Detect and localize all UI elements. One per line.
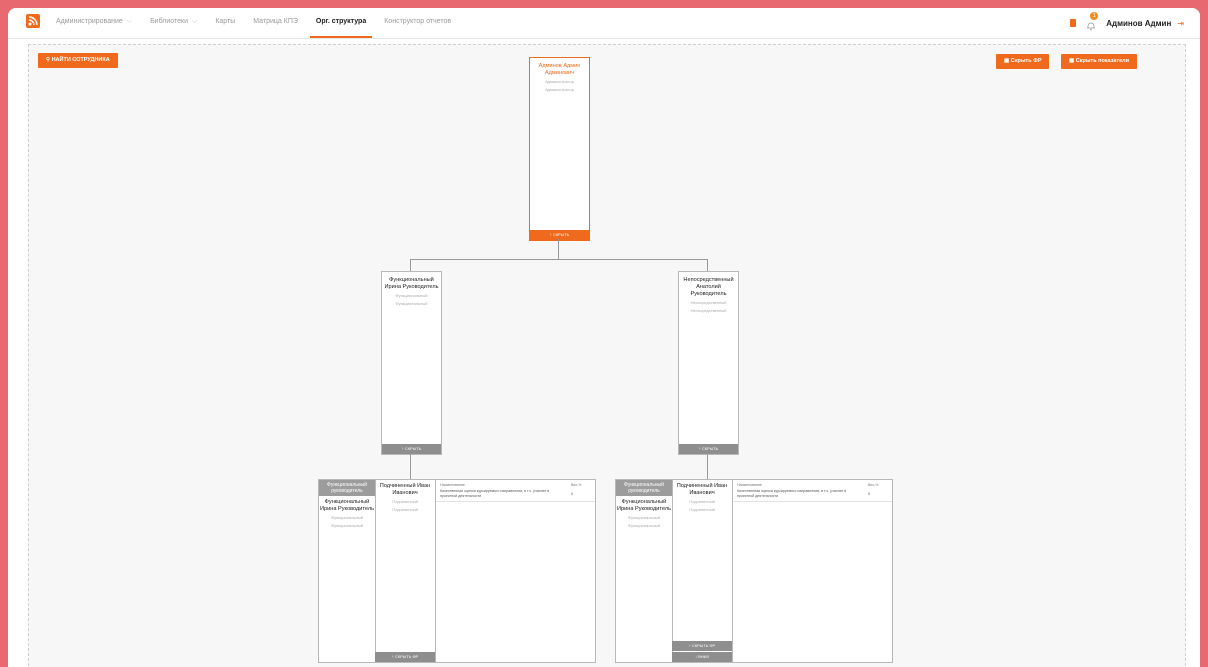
- find-employee-label: НАЙТИ СОТРУДНИКА: [51, 57, 110, 63]
- hide-fr-footer-button[interactable]: ↑ СКРЫТЬ ФР: [672, 641, 732, 651]
- employee-position: Администратор: [545, 87, 574, 92]
- collapse-label: СКРЫТЬ: [701, 446, 719, 451]
- collapse-label: СКРЫТЬ: [552, 232, 570, 237]
- manager-column: Функциональный руководитель Функциональн…: [616, 480, 673, 662]
- indicators-table: Наименование Вес,% Качественная оценка к…: [436, 480, 595, 662]
- employee-position: Непосредственный: [690, 308, 727, 313]
- table-row[interactable]: Качественная оценка курсируемого направл…: [733, 489, 892, 502]
- connector-line: [707, 453, 708, 479]
- nav-label: Орг. структура: [315, 18, 367, 25]
- connector-line: [707, 259, 708, 271]
- employee-card[interactable]: Непосредственный Анатолий Руководитель Н…: [678, 271, 739, 455]
- employee-name: Админов Админ Админович: [538, 63, 581, 76]
- employee-detail-panel: Функциональный руководитель Функциональн…: [318, 479, 596, 663]
- hide-fr-footer-label: СКРЫТЬ ФР: [691, 643, 716, 648]
- employee-name: Непосредственный Анатолий Руководитель: [683, 277, 734, 297]
- collapse-label: СКРЫТЬ: [404, 446, 422, 451]
- manager-position: Функциональный: [331, 523, 363, 528]
- indicator-name: Качественная оценка курсируемого направл…: [440, 489, 550, 498]
- chevron-down-icon: ⌵: [192, 18, 198, 25]
- column-header-name: Наименование: [440, 483, 465, 487]
- root-employee-card[interactable]: Админов Админ Админович Администратор Ад…: [529, 57, 590, 241]
- hide-fr-footer-button[interactable]: ↑ СКРЫТЬ ФР: [375, 652, 435, 662]
- hide-fr-label: Скрыть ФР: [1010, 58, 1042, 64]
- chevron-down-icon: ⌵: [126, 18, 133, 25]
- indicator-weight: 0: [868, 492, 870, 496]
- app-window: Администрирование ⌵ Библиотеки ⌵ Карты Мат…: [8, 8, 1200, 667]
- top-navigation-bar: Администрирование ⌵ Библиотеки ⌵ Карты Мат…: [8, 8, 1200, 39]
- table-icon: ▦: [1069, 58, 1076, 64]
- employee-name: Функциональный Ирина Руководитель: [384, 277, 439, 290]
- collapse-button[interactable]: ↑ СКРЫТЬ: [530, 230, 589, 240]
- document-icon[interactable]: [1070, 19, 1077, 27]
- hide-fr-footer-label: СКРЫТЬ ФР: [394, 654, 419, 659]
- indicator-weight: 0: [571, 492, 573, 496]
- connector-line: [410, 453, 411, 479]
- user-name[interactable]: Админов Админ: [1106, 19, 1171, 28]
- find-employee-button[interactable]: ⚲ НАЙТИ СОТРУДНИКА: [38, 53, 118, 68]
- nav-label: Администрирование: [56, 18, 123, 25]
- connector-line: [410, 259, 411, 271]
- manager-column: Функциональный руководитель Функциональн…: [319, 480, 376, 662]
- column-header-name: Наименование: [737, 483, 762, 487]
- column-header-weight: Вес,%: [571, 483, 582, 487]
- employee-column[interactable]: Подчиненный Иван Иванович Подчиненный По…: [375, 480, 436, 662]
- collapse-button[interactable]: ↑ СКРЫТЬ: [382, 444, 441, 454]
- role-header: Функциональный руководитель: [616, 480, 672, 496]
- hide-indicators-button[interactable]: ▦ Скрыть показатели: [1061, 54, 1138, 69]
- indicators-table: Наименование Вес,% Качественная оценка к…: [733, 480, 892, 662]
- manager-name: Функциональный Ирина Руководитель: [319, 499, 375, 512]
- manager-name: Функциональный Ирина Руководитель: [616, 499, 672, 512]
- table-row[interactable]: Качественная оценка курсируемого направл…: [436, 489, 595, 502]
- collapse-button[interactable]: ↑ СКРЫТЬ: [679, 444, 738, 454]
- employee-name: Подчиненный Иван Иванович: [379, 483, 431, 496]
- employee-position: Непосредственный: [690, 300, 727, 305]
- employee-position: Подчиненный: [689, 507, 715, 512]
- employee-position: Администратор: [545, 79, 574, 84]
- nav-item-kpi-matrix[interactable]: Матрица КПЭ: [253, 8, 298, 38]
- nav-label: Библиотеки: [150, 18, 188, 25]
- manager-position: Функциональный: [628, 523, 660, 528]
- role-header: Функциональный руководитель: [319, 480, 375, 496]
- connector-line: [558, 239, 559, 259]
- table-icon: ▦: [1004, 58, 1011, 64]
- employee-position: Подчиненный: [392, 507, 418, 512]
- employee-position: Подчиненный: [392, 499, 418, 504]
- move-down-button[interactable]: ↓ ВНИЗ: [672, 652, 732, 662]
- nav-label: Конструктор отчетов: [384, 18, 452, 25]
- nav-item-libraries[interactable]: Библиотеки ⌵: [150, 8, 197, 38]
- notification-badge: 1: [1090, 12, 1099, 20]
- logout-icon[interactable]: ⇥: [1177, 19, 1184, 28]
- bell-icon[interactable]: 1: [1086, 12, 1099, 31]
- employee-position: Функциональный: [395, 301, 428, 306]
- nav-item-maps[interactable]: Карты: [215, 8, 235, 38]
- header-tools: 1 Админов Админ ⇥: [1070, 8, 1184, 38]
- nav-label: Карты: [215, 18, 236, 25]
- nav-label: Матрица КПЭ: [253, 18, 298, 25]
- nav-item-administration[interactable]: Администрирование ⌵: [56, 8, 132, 38]
- hide-indicators-label: Скрыть показатели: [1075, 58, 1130, 64]
- employee-position: Функциональный: [395, 293, 428, 298]
- employee-name: Подчиненный Иван Иванович: [676, 483, 728, 496]
- manager-position: Функциональный: [628, 515, 660, 520]
- hide-fr-button[interactable]: ▦ Скрыть ФР: [996, 54, 1050, 69]
- table-header: Наименование Вес,%: [436, 480, 595, 489]
- employee-card[interactable]: Функциональный Ирина Руководитель Функци…: [381, 271, 442, 455]
- move-down-label: ВНИЗ: [698, 654, 709, 659]
- connector-line: [410, 259, 707, 260]
- logo-icon[interactable]: [26, 14, 40, 28]
- org-chart-canvas: ⚲ НАЙТИ СОТРУДНИКА ▦ Скрыть ФР ▦ Скрыть …: [28, 44, 1186, 667]
- nav-item-org-structure[interactable]: Орг. структура: [309, 8, 373, 38]
- column-header-weight: Вес,%: [868, 483, 879, 487]
- indicator-name: Качественная оценка курсируемого направл…: [737, 489, 847, 498]
- nav-item-report-builder[interactable]: Конструктор отчетов: [384, 8, 451, 38]
- table-header: Наименование Вес,%: [733, 480, 892, 489]
- employee-detail-panel: Функциональный руководитель Функциональн…: [615, 479, 893, 663]
- main-nav: Администрирование ⌵ Библиотеки ⌵ Карты Мат…: [56, 8, 469, 38]
- employee-position: Подчиненный: [689, 499, 715, 504]
- employee-column[interactable]: Подчиненный Иван Иванович Подчиненный По…: [672, 480, 733, 662]
- manager-position: Функциональный: [331, 515, 363, 520]
